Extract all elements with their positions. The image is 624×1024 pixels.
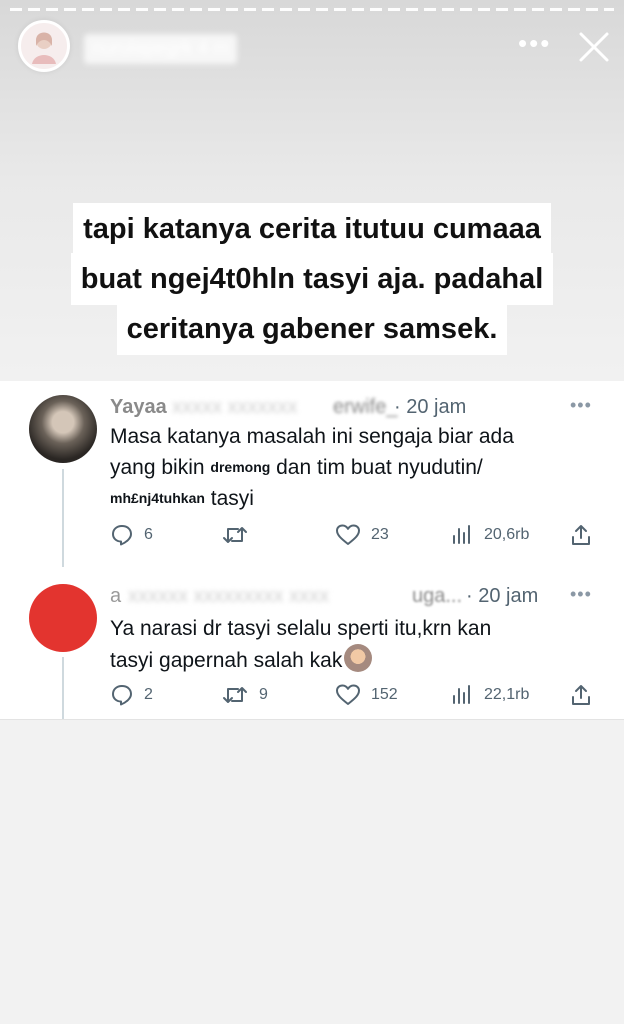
caption-line: buat ngej4t0hln tasyi aja. padahal (70, 253, 554, 305)
views-count: 20,6rb (484, 526, 530, 543)
tweet-text: Masa katanya masalah ini sengaja biar ad… (110, 425, 514, 510)
avatar-figure-icon (32, 32, 56, 64)
retweet-icon (223, 687, 247, 703)
tweet-more-icon[interactable]: ••• (570, 395, 592, 416)
views-count: 22,1rb (484, 686, 530, 703)
reply-button[interactable]: 2 (110, 683, 153, 707)
thread-line (62, 657, 64, 719)
retweet-count: 9 (259, 686, 268, 703)
heart-icon (336, 684, 360, 705)
redacted-handle: xxxxxx xxxxxxxxx xxxx (128, 585, 330, 607)
caption-line: tapi katanya cerita itutuu cumaaa (73, 203, 551, 255)
views-chart-icon (453, 685, 470, 704)
share-icon[interactable] (569, 683, 593, 707)
retweet-button[interactable]: 9 (221, 683, 268, 707)
close-icon[interactable] (575, 28, 613, 66)
tweet-timestamp[interactable]: · 20 jam (466, 585, 538, 608)
story-username[interactable]: nurulapegrk 4 m (84, 34, 238, 64)
tweet-screenshot-card: Yayaa xxxxx xxxxxxx erwife_ · 20 jam •••… (0, 381, 624, 720)
more-options-icon[interactable]: ••• (518, 30, 551, 56)
reply-count: 2 (144, 686, 153, 703)
reply-button[interactable]: 6 (110, 523, 153, 547)
reply-icon (112, 525, 132, 546)
reply-icon (112, 685, 132, 706)
tweet-handle[interactable]: uga... (412, 585, 462, 608)
story-progress-bar (10, 8, 614, 11)
tweet-text: Ya narasi dr tasyi selalu sperti itu,krn… (110, 617, 492, 672)
like-button[interactable]: 152 (335, 683, 398, 707)
story-avatar[interactable] (18, 20, 70, 72)
views-chart-icon (453, 525, 470, 544)
retweet-icon (223, 527, 247, 543)
retweet-button[interactable] (221, 523, 259, 547)
share-icon[interactable] (569, 523, 593, 547)
reply-count: 6 (144, 526, 153, 543)
caption-line: ceritanya gabener samsek. (116, 303, 508, 355)
heart-icon (336, 524, 360, 545)
like-count: 23 (371, 526, 389, 543)
tweet-handle[interactable]: erwife_ (333, 396, 397, 419)
views-button[interactable]: 20,6rb (450, 523, 529, 547)
tweet-display-name[interactable]: Yayaa (110, 396, 167, 419)
thread-line (62, 469, 64, 567)
avatar[interactable] (29, 395, 97, 463)
tweet-display-name[interactable]: a (110, 585, 121, 608)
tweet-more-icon[interactable]: ••• (570, 584, 592, 605)
views-button[interactable]: 22,1rb (450, 683, 529, 707)
tweet-timestamp[interactable]: · 20 jam (394, 396, 466, 419)
like-button[interactable]: 23 (335, 523, 389, 547)
avatar[interactable] (29, 584, 97, 652)
like-count: 152 (371, 686, 398, 703)
story-caption: tapi katanya cerita itutuu cumaaa buat n… (40, 203, 584, 355)
person-gesturing-emoji-icon (344, 644, 373, 672)
